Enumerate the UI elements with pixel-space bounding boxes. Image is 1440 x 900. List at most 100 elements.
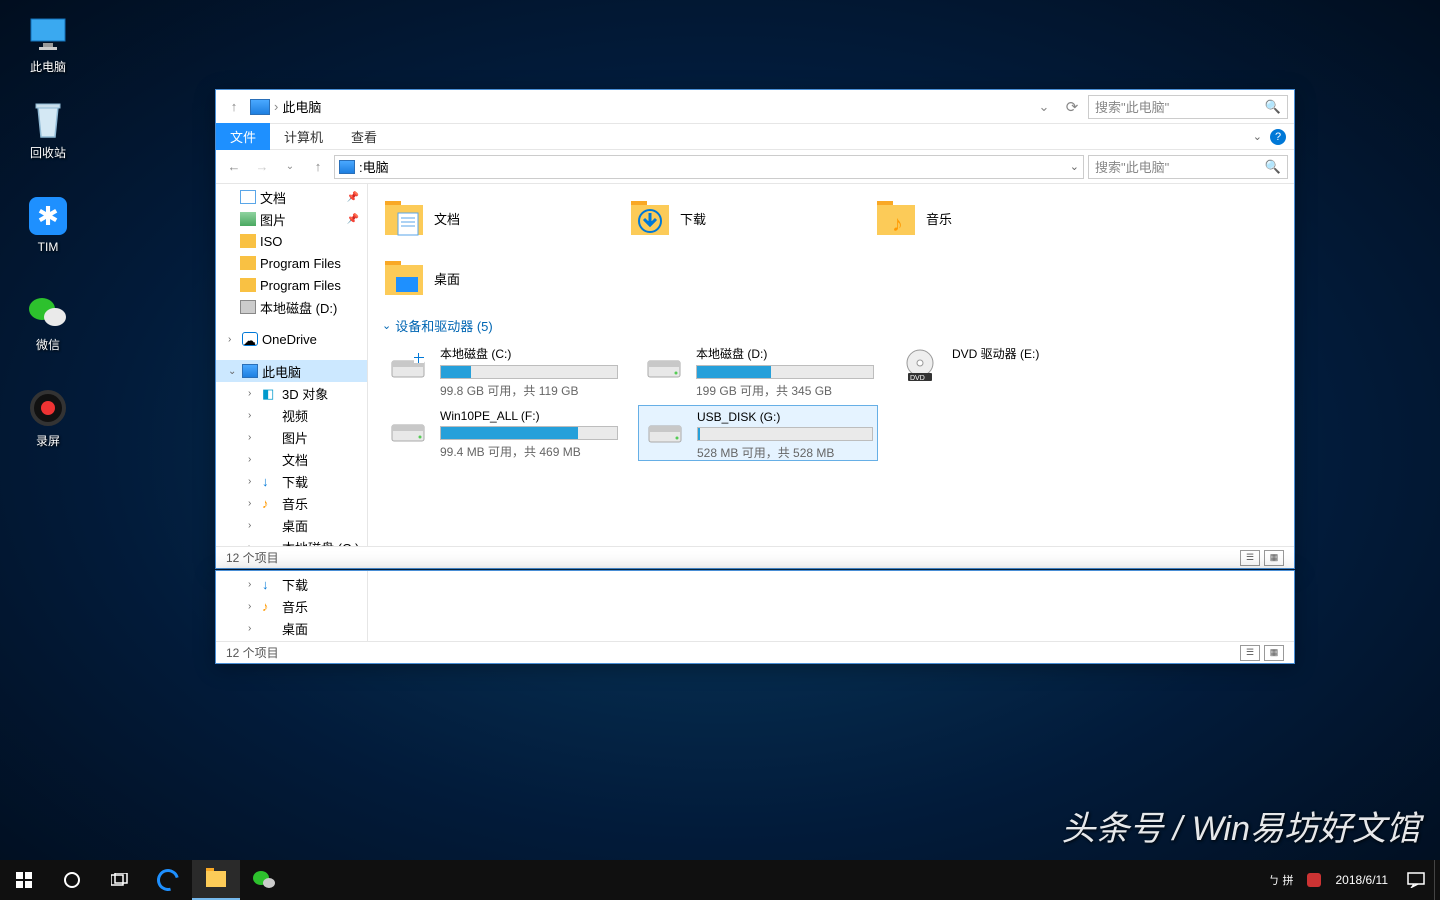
desktop-icon-wechat[interactable]: 微信	[12, 292, 84, 353]
nav-fwd-icon[interactable]: →	[250, 155, 274, 179]
sidebar-sub-item[interactable]: ›本地磁盘 (C:)	[216, 536, 367, 546]
breadcrumb[interactable]: 此电脑	[282, 97, 321, 116]
status-count-2: 12 个项目	[226, 644, 279, 661]
sidebar-sub-item[interactable]: ›◧3D 对象	[216, 382, 367, 404]
record-icon	[28, 388, 68, 428]
refresh-icon[interactable]: ⟳	[1060, 95, 1084, 119]
explorer-button[interactable]	[192, 860, 240, 900]
sidebar-sub-item[interactable]: ›桌面	[216, 514, 367, 536]
address-row-top: ↑ › 此电脑 ⌄ ⟳ 搜索"此电脑" 🔍	[216, 90, 1294, 124]
watermark-text: 头条号 / Win易坊好文馆	[1061, 801, 1420, 850]
folder-icon	[262, 518, 278, 532]
taskbar-clock[interactable]: 2018/6/11	[1326, 873, 1399, 887]
sidebar-sub-item[interactable]: ›♪音乐	[216, 595, 367, 617]
sidebar-onedrive[interactable]: ›☁OneDrive	[216, 328, 367, 350]
wechat-button[interactable]	[240, 860, 288, 900]
cortana-button[interactable]	[48, 860, 96, 900]
sidebar-sub-item[interactable]: ›本地磁盘 (C:)	[216, 639, 367, 641]
drive-tile[interactable]: Win10PE_ALL (F:)99.4 MB 可用，共 469 MB	[382, 405, 622, 461]
taskbar: ㄅ 拼 2018/6/11	[0, 860, 1440, 900]
taskview-button[interactable]	[96, 860, 144, 900]
sidebar-item[interactable]: 文档📌	[216, 186, 367, 208]
svg-text:DVD: DVD	[910, 375, 925, 382]
dropdown-icon[interactable]: ⌄	[1070, 160, 1079, 173]
drive-icon	[386, 345, 430, 389]
search-icon: 🔍	[1265, 159, 1281, 175]
nav-back-icon[interactable]: ←	[222, 155, 246, 179]
tab-view[interactable]: 查看	[337, 123, 391, 150]
capacity-bar	[440, 365, 618, 379]
sidebar-item[interactable]: Program Files	[216, 252, 367, 274]
music-icon: ♪	[262, 599, 278, 613]
chevron-down-icon[interactable]: ⌄	[1253, 130, 1262, 143]
view-details-icon[interactable]: ☰	[1240, 550, 1260, 566]
drive-icon	[240, 300, 256, 314]
sidebar-sub-item[interactable]: ›桌面	[216, 617, 367, 639]
nav-up2-icon[interactable]: ↑	[306, 155, 330, 179]
status-bar: 12 个项目 ☰ ▦	[216, 546, 1294, 568]
folder-tile[interactable]: 文档	[382, 192, 612, 244]
sidebar-item[interactable]: Program Files	[216, 274, 367, 296]
folder-icon	[240, 278, 256, 292]
sidebar-sub-item[interactable]: ›↓下载	[216, 470, 367, 492]
folder-icon: ♪	[874, 199, 918, 237]
address-bar[interactable]: :电脑 ⌄	[334, 155, 1084, 179]
search-input-top[interactable]: 搜索"此电脑" 🔍	[1088, 95, 1288, 119]
folder-icon	[240, 234, 256, 248]
folder-icon	[382, 199, 426, 237]
sidebar-thispc[interactable]: ⌄此电脑	[216, 360, 367, 382]
drive-icon	[642, 345, 686, 389]
tray-icon[interactable]	[1302, 860, 1326, 900]
doc-icon	[262, 452, 278, 466]
drive-tile[interactable]: DVDDVD 驱动器 (E:)	[894, 341, 1134, 397]
search-input[interactable]: 搜索"此电脑" 🔍	[1088, 155, 1288, 179]
sidebar-item[interactable]: ISO	[216, 230, 367, 252]
start-button[interactable]	[0, 860, 48, 900]
ime-indicator[interactable]: ㄅ 拼	[1260, 860, 1301, 900]
capacity-bar	[697, 427, 873, 441]
sidebar-item[interactable]: 本地磁盘 (D:)	[216, 296, 367, 318]
action-center-icon[interactable]	[1398, 860, 1434, 900]
edge-button[interactable]	[144, 860, 192, 900]
desktop-icon-record[interactable]: 录屏	[12, 388, 84, 449]
chevron-down-icon: ⌄	[382, 319, 391, 332]
drive-icon	[643, 410, 687, 454]
nav-up-icon[interactable]: ↑	[222, 95, 246, 119]
folder-icon	[262, 621, 278, 635]
view-large-icon[interactable]: ▦	[1264, 645, 1284, 661]
folder-tile[interactable]: ♪音乐	[874, 192, 1104, 244]
tab-computer[interactable]: 计算机	[270, 123, 337, 150]
folder-icon	[628, 199, 672, 237]
doc-icon	[240, 190, 256, 204]
sidebar-sub-item[interactable]: ›♪音乐	[216, 492, 367, 514]
view-details-icon[interactable]: ☰	[1240, 645, 1260, 661]
tab-file[interactable]: 文件	[216, 123, 270, 150]
sidebar-item[interactable]: 图片📌	[216, 208, 367, 230]
sidebar-sub-item[interactable]: ›↓下载	[216, 573, 367, 595]
desktop-icon-thispc[interactable]: 此电脑	[12, 14, 84, 75]
pc-icon	[339, 160, 355, 174]
view-large-icon[interactable]: ▦	[1264, 550, 1284, 566]
sidebar-sub-item[interactable]: ›视频	[216, 404, 367, 426]
drive-tile[interactable]: 本地磁盘 (D:)199 GB 可用，共 345 GB	[638, 341, 878, 397]
tim-icon: ✱	[28, 196, 68, 236]
download-icon: ↓	[262, 474, 278, 488]
nav-recent-icon[interactable]: ⌄	[278, 155, 302, 179]
help-icon[interactable]: ?	[1270, 129, 1286, 145]
drive-tile[interactable]: 本地磁盘 (C:)99.8 GB 可用，共 119 GB	[382, 341, 622, 397]
capacity-bar	[696, 365, 874, 379]
folder-tile[interactable]: 桌面	[382, 252, 612, 304]
desktop-icon-tim[interactable]: ✱ TIM	[12, 196, 84, 254]
folder-tile[interactable]: 下载	[628, 192, 858, 244]
show-desktop[interactable]	[1434, 860, 1440, 900]
dropdown-icon[interactable]: ⌄	[1032, 95, 1056, 119]
desktop-icon-recycle[interactable]: 回收站	[12, 100, 84, 161]
pic-icon	[262, 408, 278, 422]
section-drives[interactable]: ⌄设备和驱动器 (5)	[382, 310, 1280, 341]
sidebar-sub-item[interactable]: ›图片	[216, 426, 367, 448]
ribbon: 文件 计算机 查看 ⌄ ?	[216, 124, 1294, 150]
pin-icon: 📌	[347, 214, 359, 225]
trash-icon	[28, 100, 68, 140]
drive-tile[interactable]: USB_DISK (G:)528 MB 可用，共 528 MB	[638, 405, 878, 461]
sidebar-sub-item[interactable]: ›文档	[216, 448, 367, 470]
